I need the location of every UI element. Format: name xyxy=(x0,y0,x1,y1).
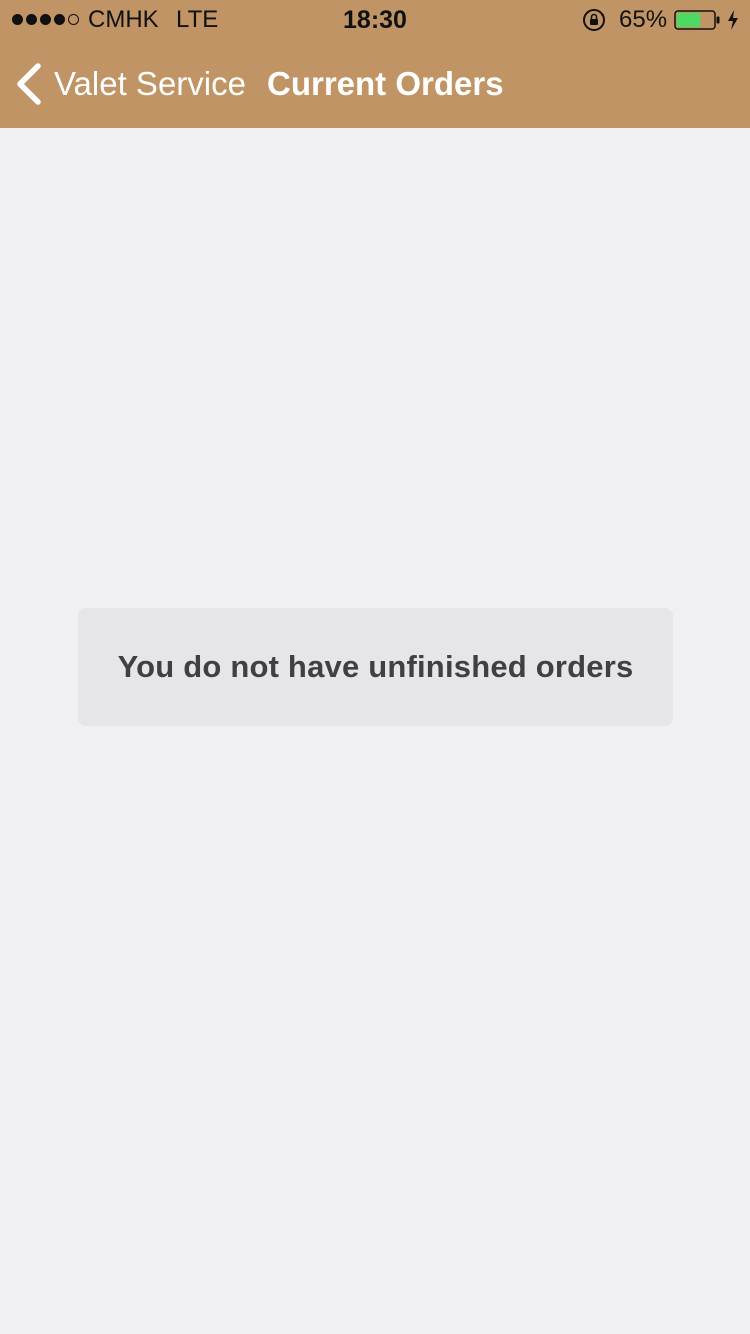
orientation-lock-icon xyxy=(583,9,605,31)
status-bar: CMHK LTE 18:30 65% xyxy=(0,0,750,40)
battery-fill xyxy=(677,13,701,27)
empty-state-text: You do not have unfinished orders xyxy=(117,649,634,684)
battery-icon xyxy=(674,10,720,30)
battery-percentage: 65% xyxy=(619,6,668,33)
empty-state-message: You do not have unfinished orders xyxy=(78,608,673,726)
navigation-bar: Valet Service Current Orders xyxy=(0,40,750,128)
app-header: CMHK LTE 18:30 65% Valet Service Current… xyxy=(0,0,750,128)
back-button-label: Valet Service xyxy=(54,65,246,102)
back-button[interactable]: Valet Service xyxy=(12,60,246,108)
bolt-icon xyxy=(728,10,738,30)
page-title: Current Orders xyxy=(267,65,504,102)
chevron-left-icon xyxy=(17,63,41,105)
